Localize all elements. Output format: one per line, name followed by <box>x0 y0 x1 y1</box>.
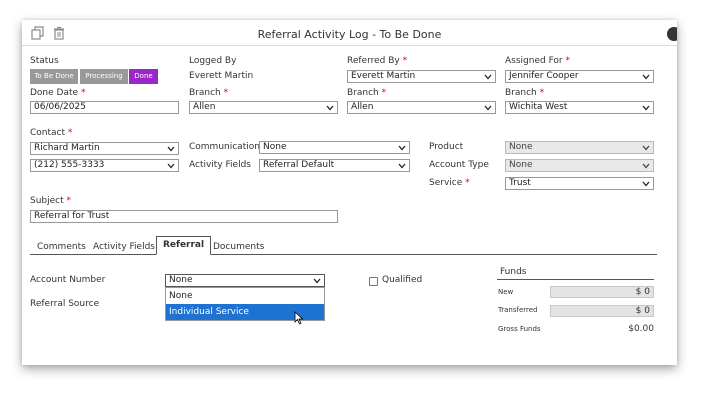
account-number-label: Account Number <box>30 275 106 285</box>
activity-fields-label: Activity Fields <box>189 160 251 170</box>
dialog-shadow: Referral Activity Log - To Be Done Statu… <box>22 20 677 365</box>
contact-name-select[interactable]: Richard Martin <box>30 142 179 155</box>
subject-label: Subject * <box>30 196 72 206</box>
logged-by-value: Everett Martin <box>189 71 254 81</box>
qualified-checkbox[interactable] <box>369 277 378 286</box>
title-bar: Referral Activity Log - To Be Done <box>22 20 677 46</box>
funds-gross-value: $0.00 <box>628 324 654 334</box>
subject-input[interactable]: Referral for Trust <box>30 210 338 223</box>
funds-transferred-value: $ 0 <box>550 305 654 317</box>
referred-by-select[interactable]: Everett Martin <box>347 70 496 83</box>
done-date-input[interactable]: 06/06/2025 <box>30 101 179 114</box>
qualified-label: Qualified <box>382 275 423 285</box>
account-type-select[interactable]: None <box>505 159 654 172</box>
logged-by-label: Logged By <box>189 56 237 66</box>
funds-new-label: New <box>498 288 514 296</box>
status-processing-button[interactable]: Processing <box>80 69 128 84</box>
tab-activity-fields[interactable]: Activity Fields <box>87 240 161 255</box>
activity-fields-select[interactable]: Referral Default <box>259 159 410 172</box>
funds-divider <box>497 279 654 280</box>
status-label: Status <box>30 56 59 66</box>
communication-select[interactable]: None <box>259 141 410 154</box>
tab-comments[interactable]: Comments <box>31 240 92 255</box>
assigned-for-select[interactable]: Jennifer Cooper <box>505 70 654 83</box>
branch-select-2[interactable]: Allen <box>347 101 496 114</box>
done-date-label: Done Date * <box>30 88 86 98</box>
dropdown-option-none[interactable]: None <box>166 288 324 304</box>
branch-select-3[interactable]: Wichita West <box>505 101 654 114</box>
contact-phone-select[interactable]: (212) 555-3333 <box>30 159 179 172</box>
account-number-select[interactable]: None <box>165 274 325 287</box>
branch-label-3: Branch * <box>505 88 545 98</box>
branch-select-1[interactable]: Allen <box>189 101 338 114</box>
product-label: Product <box>429 142 464 152</box>
dialog-title: Referral Activity Log - To Be Done <box>257 28 442 41</box>
status-done-button[interactable]: Done <box>129 69 158 84</box>
communication-label: Communication <box>189 142 260 152</box>
account-type-label: Account Type <box>429 160 489 170</box>
funds-title: Funds <box>500 267 527 277</box>
mouse-cursor-icon <box>294 311 304 325</box>
tab-referral[interactable]: Referral <box>156 236 212 255</box>
branch-label-2: Branch * <box>347 88 387 98</box>
funds-new-value: $ 0 <box>550 286 654 298</box>
service-label: Service * <box>429 178 470 188</box>
referral-source-label: Referral Source <box>30 299 100 309</box>
tab-documents[interactable]: Documents <box>207 240 270 255</box>
status-to-be-done-button[interactable]: To Be Done <box>30 69 78 84</box>
funds-transferred-label: Transferred <box>498 306 538 314</box>
close-icon[interactable] <box>667 27 677 41</box>
contact-label: Contact * <box>30 128 73 138</box>
referred-by-label: Referred By * <box>347 56 408 66</box>
referral-activity-dialog: Referral Activity Log - To Be Done Statu… <box>22 20 677 365</box>
assigned-for-label: Assigned For * <box>505 56 571 66</box>
product-select[interactable]: None <box>505 141 654 154</box>
funds-gross-label: Gross Funds <box>498 325 541 333</box>
service-select[interactable]: Trust <box>505 177 654 190</box>
branch-label-1: Branch * <box>189 88 229 98</box>
